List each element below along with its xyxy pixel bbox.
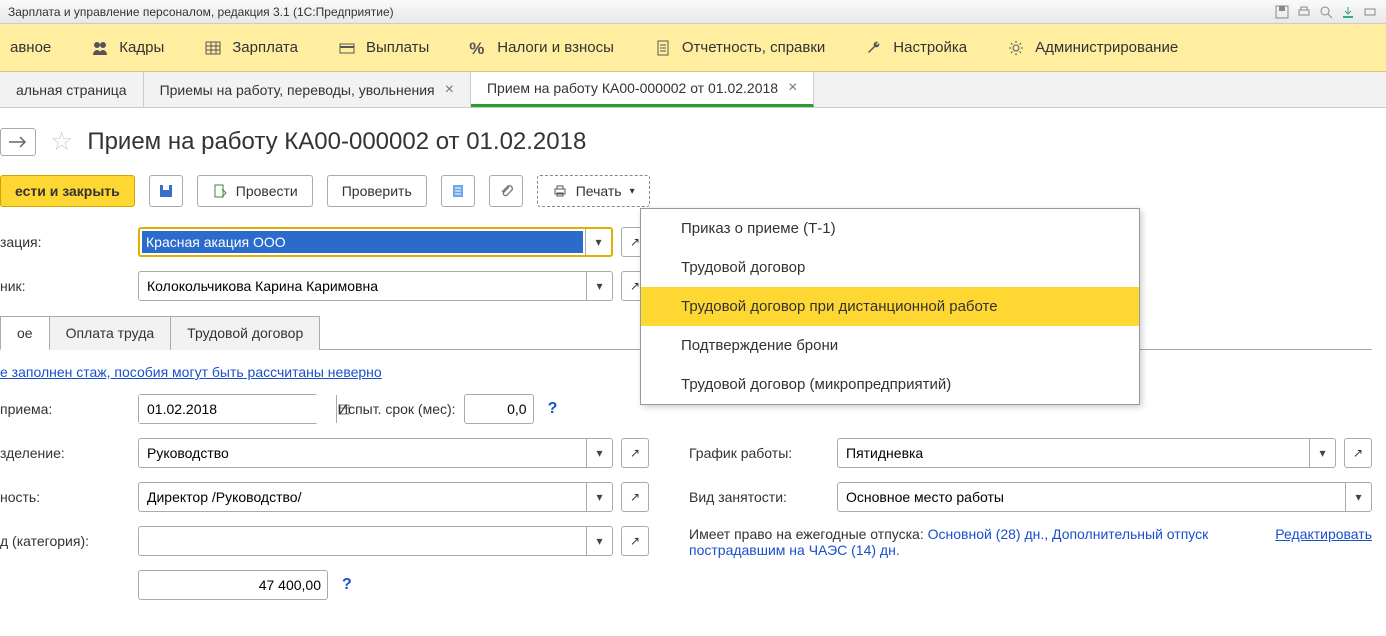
nav-nalogi[interactable]: % Налоги и взносы (469, 39, 614, 57)
nav-settings[interactable]: Настройка (865, 39, 967, 57)
nav-vyplaty[interactable]: Выплаты (338, 39, 429, 57)
close-icon[interactable]: × (445, 81, 454, 99)
document-icon (654, 39, 672, 57)
category-field[interactable]: ▾ (138, 526, 613, 556)
probation-label: Испыт. срок (мес): (338, 401, 456, 417)
print-button[interactable]: Печать ▾ (537, 175, 650, 207)
org-field[interactable]: Красная акация ООО ▾ (138, 227, 613, 257)
save-icon[interactable] (1274, 4, 1290, 20)
print-menu-t1[interactable]: Приказ о приеме (Т-1) (641, 209, 1139, 248)
emp-type-input[interactable] (838, 483, 1345, 511)
page-title: Прием на работу КА00-000002 от 01.02.201… (87, 128, 586, 156)
dropdown-icon[interactable]: ▾ (1309, 439, 1335, 467)
open-ref-button[interactable]: ↗ (621, 526, 649, 556)
emp-field[interactable]: ▾ (138, 271, 613, 301)
schedule-field[interactable]: ▾ (837, 438, 1336, 468)
dept-input[interactable] (139, 439, 586, 467)
card-icon (338, 39, 356, 57)
register-button[interactable] (441, 175, 475, 207)
warning-link[interactable]: е заполнен стаж, пособия могут быть расс… (0, 364, 382, 380)
print-menu-contract[interactable]: Трудовой договор (641, 248, 1139, 287)
check-button[interactable]: Проверить (327, 175, 427, 207)
people-icon (91, 39, 109, 57)
star-icon[interactable]: ☆ (50, 126, 73, 157)
print-menu-remote-contract[interactable]: Трудовой договор при дистанционной работ… (641, 287, 1139, 326)
schedule-label: График работы: (689, 445, 829, 461)
back-button[interactable] (0, 128, 36, 156)
subtab-contract[interactable]: Трудовой договор (171, 316, 320, 350)
post-and-close-button[interactable]: ести и закрыть (0, 175, 135, 207)
chevron-down-icon: ▾ (630, 186, 635, 197)
dropdown-icon[interactable]: ▾ (586, 483, 612, 511)
subtab-pay[interactable]: Оплата труда (50, 316, 172, 350)
percent-icon: % (469, 39, 487, 57)
nav-kadry[interactable]: Кадры (91, 39, 164, 57)
dept-label: зделение: (0, 445, 130, 461)
app-title: Зарплата и управление персоналом, редакц… (8, 5, 394, 19)
nav-main[interactable]: авное (10, 39, 51, 56)
emp-label: ник: (0, 278, 130, 294)
position-field[interactable]: ▾ (138, 482, 613, 512)
table-icon (204, 39, 222, 57)
hire-date-field[interactable] (138, 394, 318, 424)
open-ref-button[interactable]: ↗ (1344, 438, 1372, 468)
tab-hiring-doc[interactable]: Прием на работу КА00-000002 от 01.02.201… (471, 72, 814, 107)
titlebar: Зарплата и управление персоналом, редакц… (0, 0, 1386, 24)
search-icon[interactable] (1318, 4, 1334, 20)
print-icon[interactable] (1296, 4, 1312, 20)
subtab-main[interactable]: ое (0, 316, 50, 350)
nav-reports[interactable]: Отчетность, справки (654, 39, 825, 57)
emp-input[interactable] (139, 272, 586, 300)
hire-date-input[interactable] (139, 395, 336, 423)
download-icon[interactable] (1340, 4, 1356, 20)
schedule-input[interactable] (838, 439, 1309, 467)
attach-button[interactable] (489, 175, 523, 207)
save-button[interactable] (149, 175, 183, 207)
upload-icon[interactable] (1362, 4, 1378, 20)
wrench-icon (865, 39, 883, 57)
post-button[interactable]: Провести (197, 175, 313, 207)
dropdown-icon[interactable]: ▾ (1345, 483, 1371, 511)
org-value: Красная акация ООО (142, 231, 583, 253)
category-input[interactable] (139, 527, 586, 555)
tab-hiring-list[interactable]: Приемы на работу, переводы, увольнения × (144, 72, 471, 107)
help-icon[interactable]: ? (548, 400, 558, 418)
category-label: д (категория): (0, 533, 130, 549)
org-label: зация: (0, 234, 130, 250)
probation-input[interactable] (464, 394, 534, 424)
print-menu-reservation[interactable]: Подтверждение брони (641, 326, 1139, 365)
open-ref-button[interactable]: ↗ (621, 438, 649, 468)
document-tabs: альная страница Приемы на работу, перево… (0, 72, 1386, 108)
dropdown-icon[interactable]: ▾ (586, 439, 612, 467)
gear-icon (1007, 39, 1025, 57)
hire-date-label: приема: (0, 401, 130, 417)
help-icon[interactable]: ? (342, 576, 352, 594)
close-icon[interactable]: × (788, 79, 797, 97)
print-menu-micro[interactable]: Трудовой договор (микропредприятий) (641, 365, 1139, 404)
nav-zarplata[interactable]: Зарплата (204, 39, 298, 57)
position-label: ность: (0, 489, 130, 505)
nav-admin[interactable]: Администрирование (1007, 39, 1178, 57)
dropdown-icon[interactable]: ▾ (586, 272, 612, 300)
edit-vacations-link[interactable]: Редактировать (1275, 526, 1372, 542)
dropdown-icon[interactable]: ▾ (586, 527, 612, 555)
print-menu: Приказ о приеме (Т-1) Трудовой договор Т… (640, 208, 1140, 405)
emp-type-label: Вид занятости: (689, 489, 829, 505)
salary-input[interactable] (138, 570, 328, 600)
open-ref-button[interactable]: ↗ (621, 482, 649, 512)
emp-type-field[interactable]: ▾ (837, 482, 1372, 512)
main-nav: авное Кадры Зарплата Выплаты % Налоги и … (0, 24, 1386, 72)
tab-home[interactable]: альная страница (0, 72, 144, 107)
dept-field[interactable]: ▾ (138, 438, 613, 468)
position-input[interactable] (139, 483, 586, 511)
dropdown-icon[interactable]: ▾ (585, 229, 611, 255)
vacation-text: Имеет право на ежегодные отпуска: (689, 526, 928, 542)
